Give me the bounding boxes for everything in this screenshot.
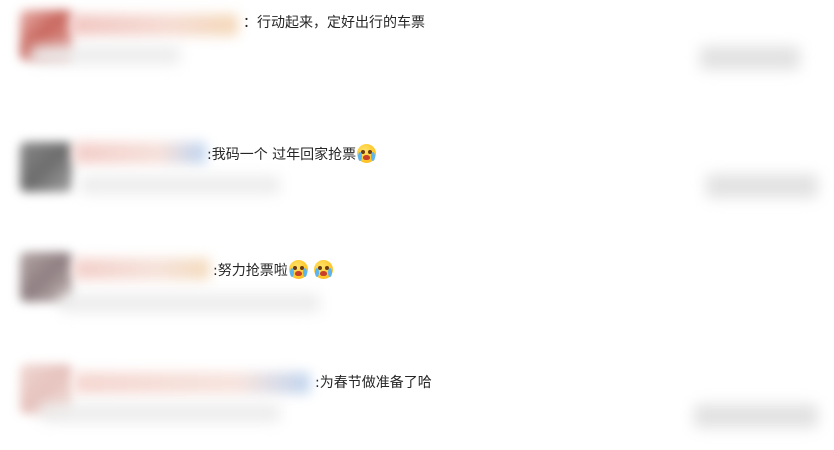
user-info-blurred: [80, 176, 280, 194]
comment-text: :我码一个 过年回家抢票: [207, 144, 377, 165]
crying-face-emoji: [313, 260, 333, 279]
comment-text: :为春节做准备了哈: [315, 373, 432, 393]
user-info-blurred: [30, 46, 180, 64]
comment-item: :我码一个 过年回家抢票: [0, 130, 834, 230]
username[interactable]: [74, 258, 210, 280]
comment-meta-blurred: [706, 174, 818, 198]
crying-face-emoji: [288, 260, 308, 279]
username[interactable]: [74, 142, 206, 164]
comment-text-content: :为春节做准备了哈: [315, 375, 432, 391]
comment-meta-blurred: [694, 404, 818, 428]
comment-text-content: :我码一个 过年回家抢票: [207, 147, 357, 163]
username[interactable]: [74, 372, 310, 394]
comment-meta-blurred: [700, 46, 800, 70]
comment-item: :努力抢票啦: [0, 240, 834, 340]
comment-text-content: ：行动起来，定好出行的车票: [243, 15, 425, 31]
comment-item: ：行动起来，定好出行的车票: [0, 0, 834, 100]
comment-item: :为春节做准备了哈: [0, 350, 834, 450]
comment-text-content: :努力抢票啦: [213, 263, 288, 279]
username[interactable]: [70, 14, 238, 36]
comment-text: ：行动起来，定好出行的车票: [243, 13, 425, 33]
comment-text: :努力抢票啦: [213, 260, 333, 281]
user-info-blurred: [60, 294, 320, 312]
crying-face-emoji: [357, 144, 377, 163]
user-info-blurred: [40, 404, 280, 422]
avatar[interactable]: [20, 142, 72, 192]
